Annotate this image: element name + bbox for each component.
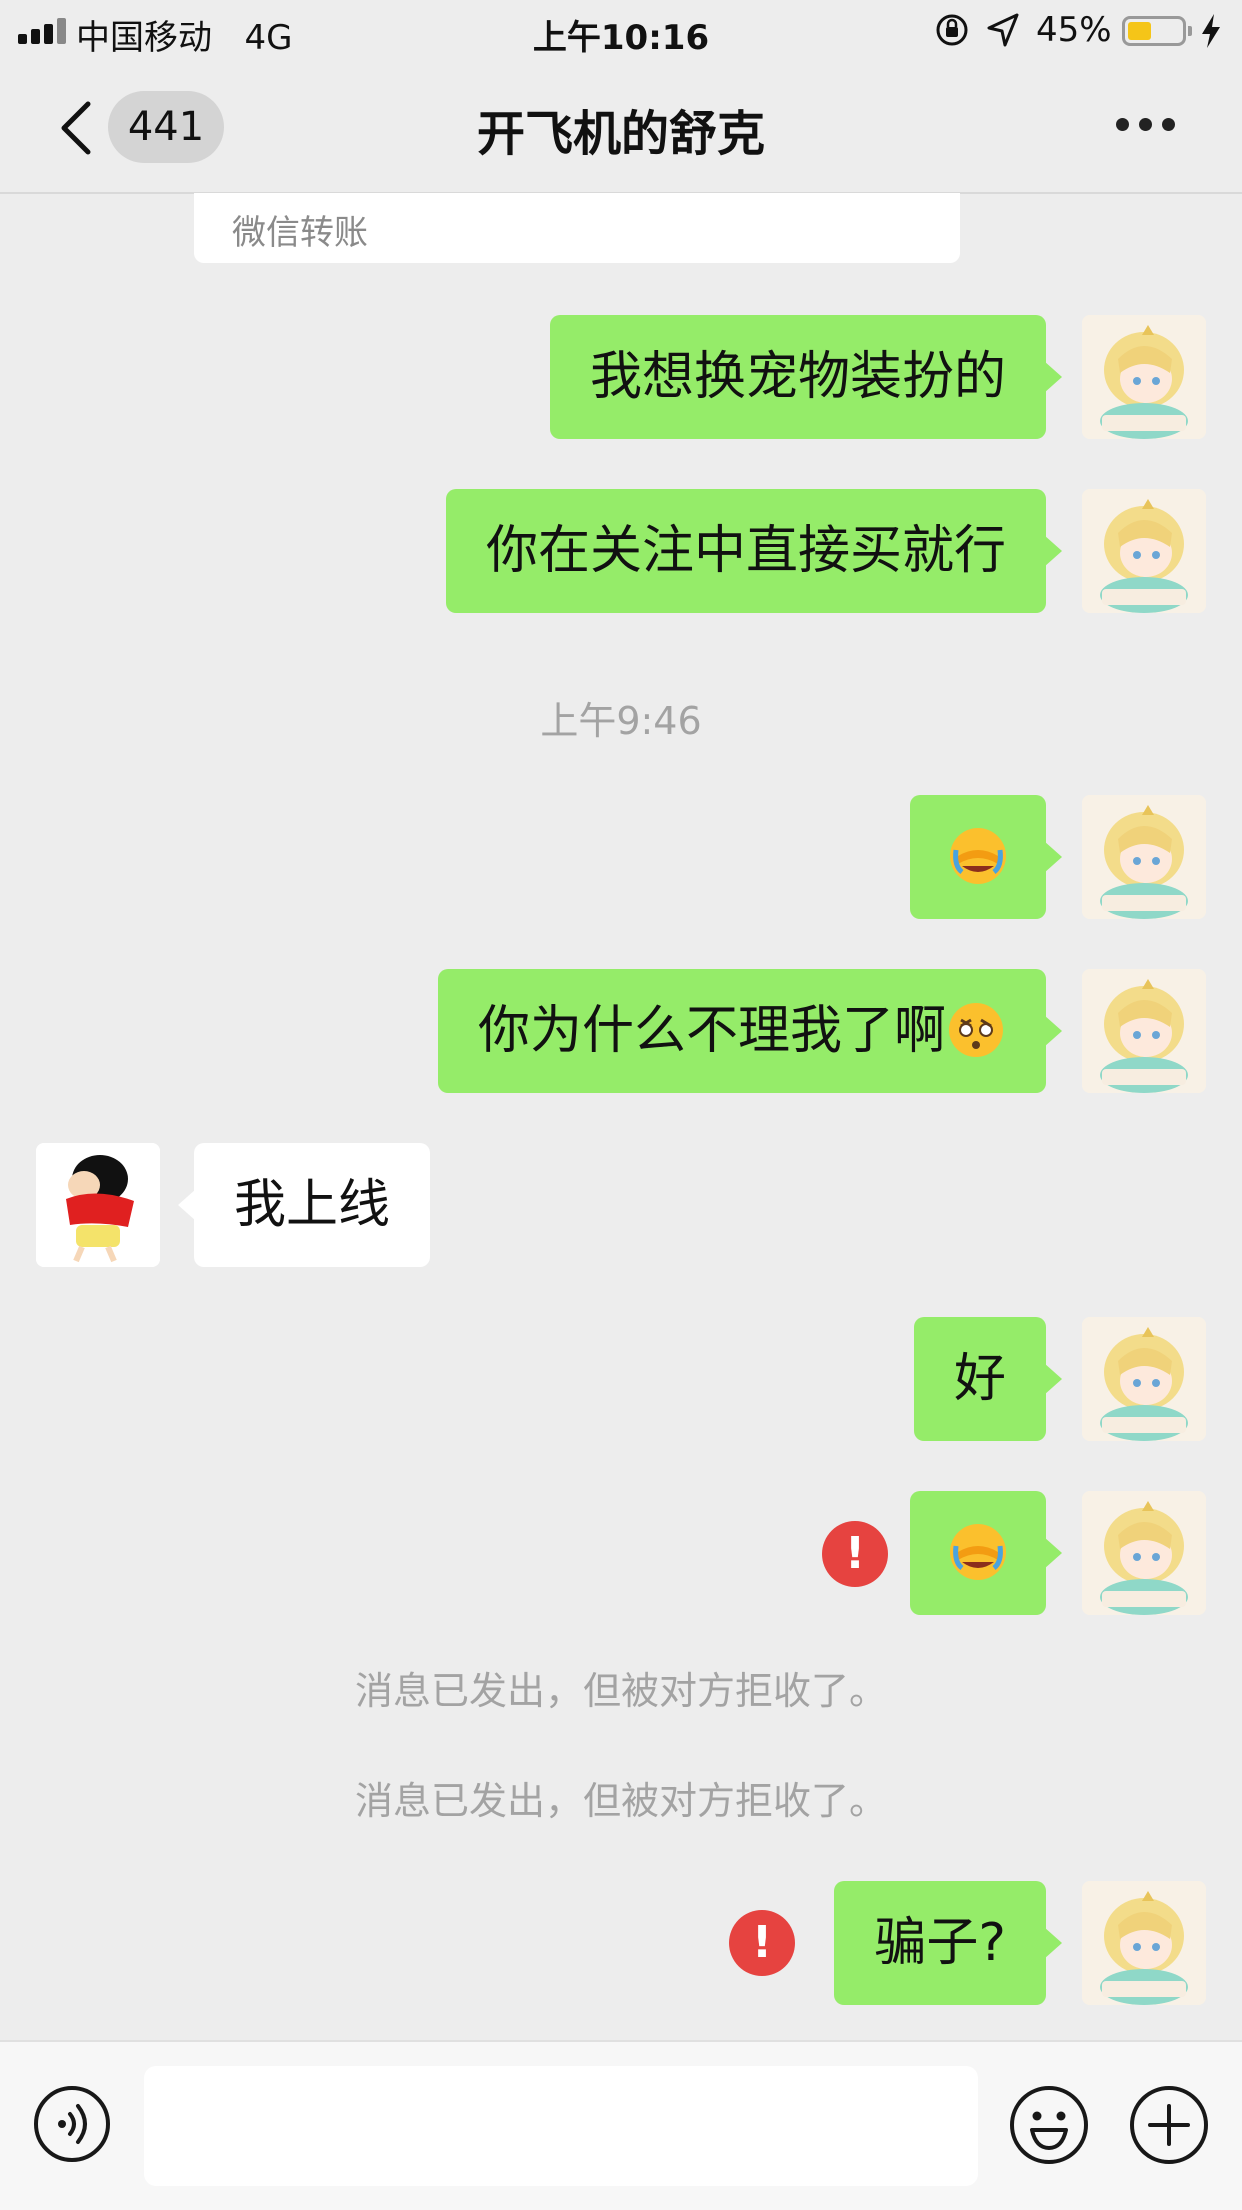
message-text: 你为什么不理我了啊 — [477, 1001, 946, 1061]
charging-bolt-icon — [1202, 14, 1220, 48]
transfer-label: 微信转账 — [232, 213, 368, 253]
self-avatar[interactable] — [1082, 969, 1206, 1093]
girl-illustration — [1082, 1491, 1206, 1615]
message-bubble-self[interactable]: 好 — [913, 1317, 1063, 1441]
send-failed-icon[interactable]: ! — [822, 1521, 888, 1587]
rejected-notice: 消息已发出，但被对方拒收了。 — [354, 1669, 887, 1713]
face-with-hand-over-eyes-crying-emoji — [950, 828, 1006, 884]
message-bubble-self[interactable]: 骗子? — [834, 1881, 1062, 2005]
wechat-transfer-card[interactable]: 微信转账 — [194, 193, 960, 263]
plus-circle-icon[interactable] — [1128, 2084, 1210, 2166]
girl-illustration — [1082, 969, 1206, 1093]
self-avatar[interactable] — [1082, 1491, 1206, 1615]
chat-title: 开飞机的舒克 — [476, 106, 765, 162]
girl-illustration — [1082, 489, 1206, 613]
ellipsis-icon[interactable] — [1116, 118, 1176, 134]
face-with-hand-over-eyes-crying-emoji — [950, 1524, 1006, 1580]
message-bubble-peer[interactable]: 我上线 — [177, 1143, 431, 1267]
battery-fill — [1128, 22, 1151, 40]
self-avatar[interactable] — [1082, 795, 1206, 919]
message-bubble-self[interactable]: 你在关注中直接买就行 — [445, 489, 1063, 613]
rotation-lock-icon — [936, 14, 968, 46]
smiley-icon[interactable] — [1008, 2084, 1090, 2166]
dizzy-face-emoji — [949, 1003, 1003, 1057]
message-bubble-self[interactable] — [910, 1491, 1062, 1615]
voice-icon[interactable] — [32, 2084, 112, 2164]
battery-percentage: 45% — [1036, 10, 1112, 50]
girl-illustration — [1082, 1317, 1206, 1441]
girl-illustration — [1082, 795, 1206, 919]
send-failed-icon[interactable]: ! — [729, 1910, 795, 1976]
self-avatar[interactable] — [1082, 1881, 1206, 2005]
chat-header: 441 开飞机的舒克 — [0, 62, 1242, 194]
self-avatar[interactable] — [1082, 489, 1206, 613]
peer-avatar[interactable] — [36, 1143, 160, 1267]
status-bar: 中国移动 4G 上午10:16 45% — [0, 0, 1242, 62]
girl-illustration — [1082, 1881, 1206, 2005]
location-arrow-icon — [987, 13, 1019, 47]
message-input[interactable] — [144, 2066, 978, 2186]
rejected-notice: 消息已发出，但被对方拒收了。 — [354, 1779, 887, 1823]
message-bubble-self[interactable]: 你为什么不理我了啊 — [437, 969, 1063, 1093]
girl-illustration — [1082, 315, 1206, 439]
battery-icon — [1122, 16, 1192, 46]
self-avatar[interactable] — [1082, 1317, 1206, 1441]
self-avatar[interactable] — [1082, 315, 1206, 439]
message-bubble-self[interactable] — [910, 795, 1062, 919]
chat-input-bar — [0, 2040, 1242, 2210]
cartoon-boy-illustration — [36, 1143, 160, 1267]
message-bubble-self[interactable]: 我想换宠物装扮的 — [549, 315, 1063, 439]
message-timestamp: 上午9:46 — [540, 699, 702, 743]
